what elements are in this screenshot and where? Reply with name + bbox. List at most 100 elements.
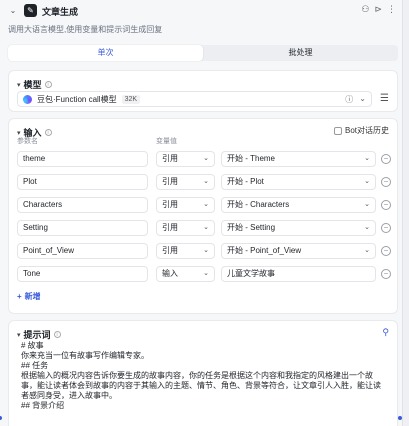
column-header-name: 参数名 (17, 138, 38, 145)
add-input-label: 新增 (24, 292, 41, 301)
history-label: Bot对话历史 (344, 126, 389, 135)
model-section-label: 模型 (23, 80, 42, 90)
model-settings-icon[interactable]: ☰ (380, 93, 389, 104)
param-name-field[interactable]: Characters (17, 197, 148, 213)
remove-row-icon[interactable]: − (381, 223, 391, 233)
play-icon[interactable]: ⊳ (374, 4, 382, 15)
value-type-select[interactable]: 引用 ⌄ (156, 197, 215, 213)
chevron-down-icon: ⌄ (364, 155, 370, 162)
prompt-line: 者感同身受，进入故事中。 (21, 391, 117, 400)
value-type-select[interactable]: 引用 ⌄ (156, 220, 215, 236)
connection-handle-right[interactable] (398, 416, 402, 420)
header-actions: ⚇ ⊳ ⋮ (361, 4, 396, 15)
chevron-down-icon[interactable]: ▾ (17, 81, 21, 89)
chevron-down-icon: ⌄ (364, 224, 370, 231)
chevron-down-icon: ⌄ (364, 247, 370, 254)
chevron-down-icon: ⌄ (364, 178, 370, 185)
chevron-down-icon: ⌄ (203, 155, 209, 162)
input-row: Characters 引用 ⌄ 开始 - Characters ⌄ − (17, 197, 391, 213)
prompt-line: ## 背景介绍 (21, 401, 65, 410)
value-type-label: 引用 (162, 200, 178, 209)
model-select[interactable]: 豆包·Function call模型 32K ⓘ ⌄ (17, 91, 372, 107)
chevron-down-icon: ⌄ (364, 201, 370, 208)
history-checkbox[interactable] (333, 126, 342, 135)
column-header-value: 变量值 (156, 138, 177, 145)
input-row: Plot 引用 ⌄ 开始 - Plot ⌄ − (17, 174, 391, 190)
value-input[interactable]: 儿童文学故事 (221, 266, 376, 282)
value-select[interactable]: 开始 - Characters ⌄ (221, 197, 376, 213)
prompt-line: 根据输入的概况内容告诉你要生成的故事内容，你的任务是根据这个内容和我指定的风格建… (21, 371, 373, 380)
remove-row-icon[interactable]: − (381, 269, 391, 279)
info-icon: ⓘ (345, 94, 354, 104)
prompt-line: 事，能让读者体会到故事的内容于其输入的主题、情节、角色、背景等符合，让文章引人入… (21, 381, 381, 390)
chevron-down-icon: ⌄ (203, 201, 209, 208)
app-icon: ✎ (24, 4, 37, 17)
value-select[interactable]: 开始 - Setting ⌄ (221, 220, 376, 236)
info-icon: i (53, 331, 61, 338)
more-icon[interactable]: ⋮ (387, 4, 396, 15)
plus-icon: + (17, 292, 22, 301)
input-row: Setting 引用 ⌄ 开始 - Setting ⌄ − (17, 220, 391, 236)
tab-single[interactable]: 单次 (8, 45, 203, 61)
param-name-field[interactable]: Point_of_View (17, 243, 148, 259)
value-label: 开始 - Plot (227, 177, 264, 186)
chevron-down-icon: ⌄ (203, 270, 209, 277)
value-label: 开始 - Setting (227, 223, 276, 232)
model-logo-icon (23, 94, 32, 104)
value-label: 开始 - Characters (227, 200, 290, 209)
value-select[interactable]: 开始 - Theme ⌄ (221, 151, 376, 167)
value-type-select[interactable]: 输入 ⌄ (156, 266, 215, 282)
model-select-controls: ⓘ ⌄ (345, 94, 366, 105)
chevron-down-icon[interactable]: ▾ (17, 331, 21, 339)
value-type-label: 引用 (162, 246, 178, 255)
prompt-line: # 故事 (21, 341, 44, 350)
remove-row-icon[interactable]: − (381, 154, 391, 164)
remove-row-icon[interactable]: − (381, 177, 391, 187)
input-section: ▾ 输入 i Bot对话历史 参数名 变量值 theme 引用 ⌄ 开始 - Th… (8, 118, 398, 314)
prompt-section-header: ▾ 提示词 i (17, 328, 61, 341)
value-type-select[interactable]: 引用 ⌄ (156, 243, 215, 259)
prompt-section-label: 提示词 (23, 330, 51, 340)
value-type-select[interactable]: 引用 ⌄ (156, 151, 215, 167)
value-label: 开始 - Point_of_View (227, 246, 302, 255)
value-label: 开始 - Theme (227, 154, 276, 163)
connection-handle-left[interactable] (0, 416, 2, 420)
input-row: Point_of_View 引用 ⌄ 开始 - Point_of_View ⌄ − (17, 243, 391, 259)
remove-row-icon[interactable]: − (381, 246, 391, 256)
param-name-field[interactable]: Setting (17, 220, 148, 236)
prompt-line: ## 任务 (21, 361, 49, 370)
param-name-field[interactable]: Tone (17, 266, 148, 282)
mode-tabs: 单次 批处理 (8, 45, 398, 61)
value-type-label: 输入 (162, 269, 178, 278)
model-section: ▾ 模型 i 豆包·Function call模型 32K ⓘ ⌄ ☰ (8, 70, 398, 112)
remove-row-icon[interactable]: − (381, 200, 391, 210)
add-input-button[interactable]: + 新增 (17, 291, 41, 302)
value-type-select[interactable]: 引用 ⌄ (156, 174, 215, 190)
value-select[interactable]: 开始 - Point_of_View ⌄ (221, 243, 376, 259)
node-description: 调用大语言模型,使用变量和提示词生成回复 (8, 25, 163, 34)
info-icon: i (44, 129, 52, 136)
node-panel: ⌄ ✎ 文章生成 ⚇ ⊳ ⋮ 调用大语言模型,使用变量和提示词生成回复 单次 批… (0, 0, 403, 426)
info-icon: i (44, 81, 52, 88)
node-header: ⌄ ✎ 文章生成 ⚇ ⊳ ⋮ 调用大语言模型,使用变量和提示词生成回复 (0, 0, 402, 40)
model-name: 豆包·Function call模型 (37, 94, 117, 104)
bot-history-toggle[interactable]: Bot对话历史 (333, 125, 389, 136)
node-title[interactable]: 文章生成 (42, 5, 78, 18)
prompt-library-icon[interactable]: ⚲ (382, 327, 389, 338)
prompt-section: ▾ 提示词 i ⚲ # 故事 你来充当一位有故事写作编辑专家。 ## 任务 根据… (8, 320, 398, 426)
param-name-field[interactable]: Plot (17, 174, 148, 190)
model-section-header: ▾ 模型 i (17, 78, 52, 91)
bug-icon[interactable]: ⚇ (361, 4, 369, 15)
collapse-chevron-icon[interactable]: ⌄ (8, 6, 18, 16)
value-type-label: 引用 (162, 223, 178, 232)
param-name-field[interactable]: theme (17, 151, 148, 167)
prompt-editor[interactable]: # 故事 你来充当一位有故事写作编辑专家。 ## 任务 根据输入的概况内容告诉你… (21, 341, 389, 411)
chevron-down-icon[interactable]: ⌄ (359, 94, 366, 105)
input-row: Tone 输入 ⌄ 儿童文学故事 − (17, 266, 391, 282)
value-select[interactable]: 开始 - Plot ⌄ (221, 174, 376, 190)
chevron-down-icon: ⌄ (203, 178, 209, 185)
chevron-down-icon: ⌄ (203, 247, 209, 254)
chevron-down-icon: ⌄ (203, 224, 209, 231)
tab-batch[interactable]: 批处理 (203, 45, 398, 61)
context-badge: 32K (121, 94, 141, 104)
